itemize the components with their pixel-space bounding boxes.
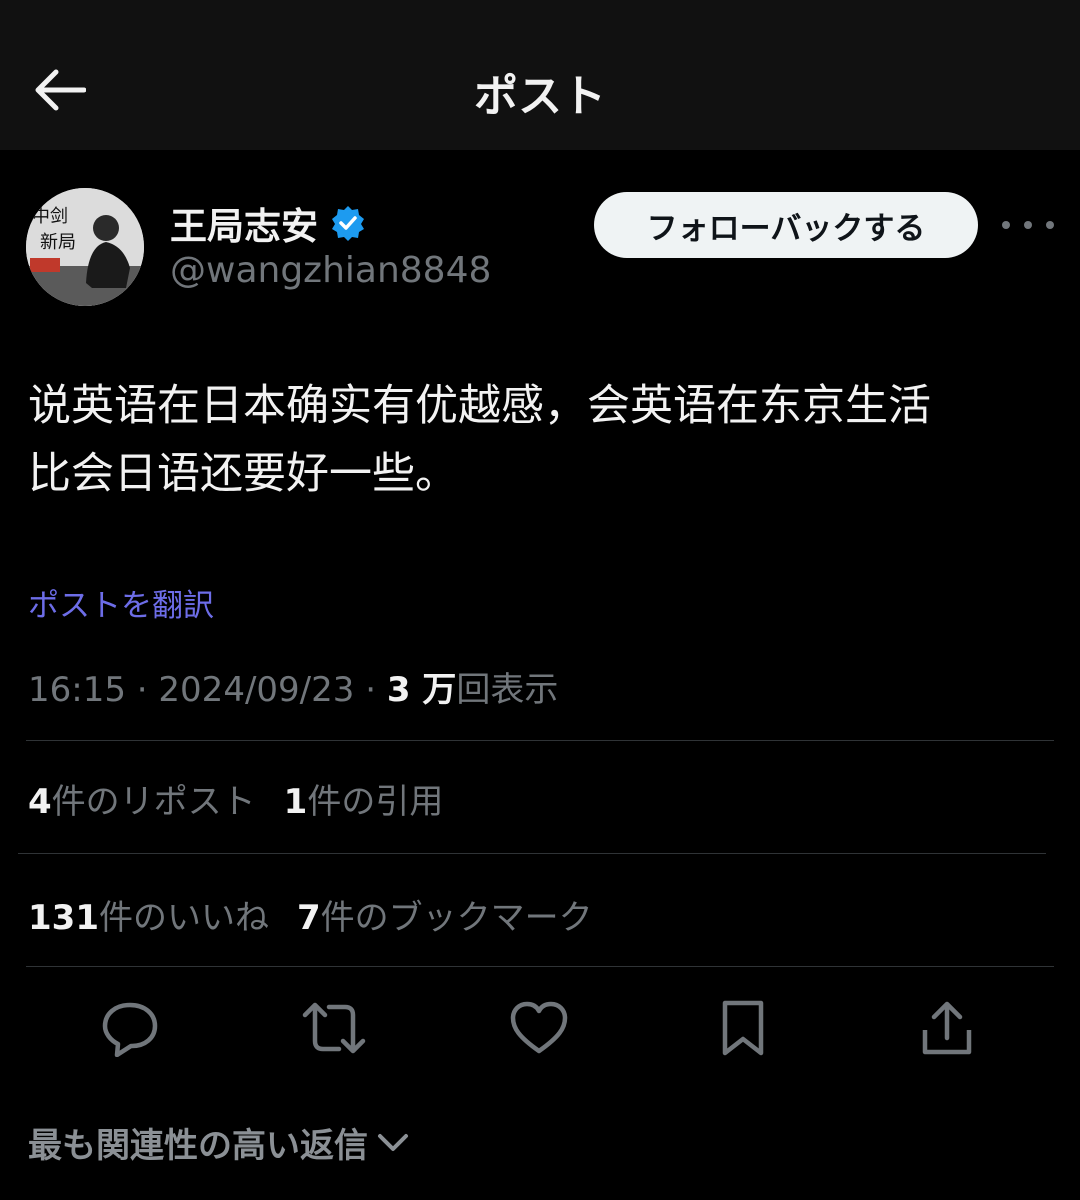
more-options-icon[interactable] xyxy=(1002,210,1054,240)
reposts-stat[interactable]: 4件のリポスト xyxy=(28,782,256,822)
more-dot xyxy=(1002,221,1010,229)
translate-post-link[interactable]: ポストを翻訳 xyxy=(28,580,214,625)
meta-separator: · xyxy=(136,670,159,710)
like-icon xyxy=(510,1001,568,1054)
quotes-stat[interactable]: 1件の引用 xyxy=(284,782,444,822)
repost-icon xyxy=(302,1002,366,1054)
verified-badge-icon xyxy=(332,206,364,241)
share-button[interactable] xyxy=(914,995,980,1061)
repost-button[interactable] xyxy=(301,995,367,1061)
bookmarks-label: 件のブックマーク xyxy=(320,898,593,938)
follow-back-button[interactable]: フォローバックする xyxy=(594,192,978,258)
avatar-image: 中剑 新局 xyxy=(26,188,144,306)
display-name[interactable]: 王局志安 xyxy=(170,196,318,250)
bookmarks-count: 7 xyxy=(296,898,321,938)
chevron-down-icon xyxy=(378,1133,408,1151)
svg-text:新局: 新局 xyxy=(40,232,76,253)
author-name-row[interactable]: 王局志安 xyxy=(170,196,366,250)
likes-count: 131 xyxy=(28,898,99,938)
relevant-replies-sort[interactable]: 最も関連性の高い返信 xyxy=(28,1118,410,1167)
share-icon xyxy=(922,1001,972,1055)
bookmark-button[interactable] xyxy=(710,995,776,1061)
likes-stat[interactable]: 131件のいいね xyxy=(28,898,269,938)
avatar[interactable]: 中剑 新局 xyxy=(26,188,144,306)
post-date[interactable]: 2024/09/23 xyxy=(158,670,354,710)
post-text: 说英语在日本确实有优越感，会英语在东京生活 比会日语还要好一些。 xyxy=(28,381,931,499)
reposts-label: 件のリポスト xyxy=(51,782,256,822)
relevant-replies-label: 最も関連性の高い返信 xyxy=(28,1126,368,1166)
reply-button[interactable] xyxy=(97,995,163,1061)
post-meta: 16:15 · 2024/09/23 · 3 万回表示 xyxy=(28,662,558,711)
views-count: 3 万 xyxy=(386,670,457,710)
bookmarks-stat[interactable]: 7件のブックマーク xyxy=(297,898,593,938)
divider xyxy=(26,740,1054,741)
like-button[interactable] xyxy=(506,995,572,1061)
quotes-count: 1 xyxy=(283,782,308,822)
quotes-label: 件の引用 xyxy=(307,782,444,822)
action-bar xyxy=(0,995,1080,1061)
top-bar: ポスト xyxy=(0,0,1080,150)
repost-stats-row: 4件のリポスト 1件の引用 xyxy=(28,774,443,823)
author-handle[interactable]: @wangzhian8848 xyxy=(170,250,491,291)
more-dot xyxy=(1046,221,1054,229)
svg-text:中剑: 中剑 xyxy=(32,206,68,227)
reposts-count: 4 xyxy=(28,782,52,822)
more-dot xyxy=(1024,221,1032,229)
divider xyxy=(26,966,1054,967)
bookmark-icon xyxy=(722,1000,764,1056)
post-time[interactable]: 16:15 xyxy=(28,670,126,710)
reply-icon xyxy=(102,1002,158,1057)
divider xyxy=(18,853,1046,854)
likes-label: 件のいいね xyxy=(98,898,269,938)
page-title: ポスト xyxy=(474,71,606,122)
like-stats-row: 131件のいいね 7件のブックマーク xyxy=(28,890,593,939)
meta-separator: · xyxy=(365,670,387,710)
views-label: 回表示 xyxy=(456,670,559,710)
